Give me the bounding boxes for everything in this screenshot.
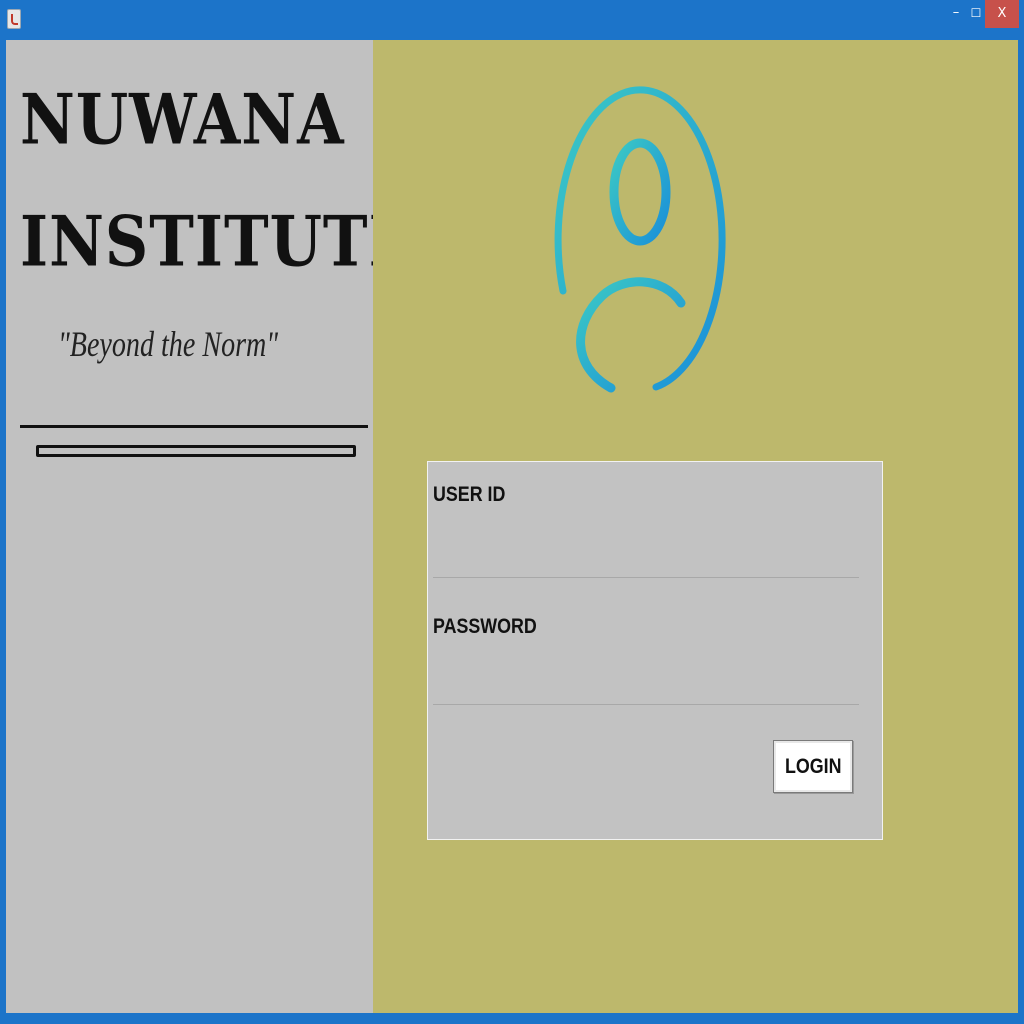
institute-name-line-2: INSTITUTE: [20, 202, 416, 283]
maximize-button[interactable]: ☐: [966, 0, 986, 28]
password-label: PASSWORD: [433, 615, 537, 638]
institute-name-line-1: NUWANA: [20, 80, 345, 161]
user-id-label: USER ID: [433, 483, 506, 506]
password-input[interactable]: [433, 664, 859, 705]
login-button[interactable]: LOGIN: [773, 740, 853, 793]
close-button[interactable]: X: [985, 0, 1019, 28]
java-app-icon: [7, 9, 21, 29]
branding-panel: NUWANA INSTITUTE "Beyond the Norm": [6, 40, 414, 1013]
minimize-button[interactable]: –: [945, 0, 967, 28]
divider-bar: [36, 445, 356, 457]
divider-line: [20, 425, 368, 428]
tagline: "Beyond the Norm": [58, 324, 279, 364]
window-title-bar[interactable]: – ☐ X: [0, 0, 1024, 40]
login-panel: USER ID PASSWORD LOGIN: [373, 40, 1018, 1013]
user-avatar-icon: [554, 86, 726, 393]
login-form: USER ID PASSWORD LOGIN: [427, 461, 883, 840]
user-id-input[interactable]: [433, 537, 859, 578]
login-button-label: LOGIN: [784, 754, 842, 778]
